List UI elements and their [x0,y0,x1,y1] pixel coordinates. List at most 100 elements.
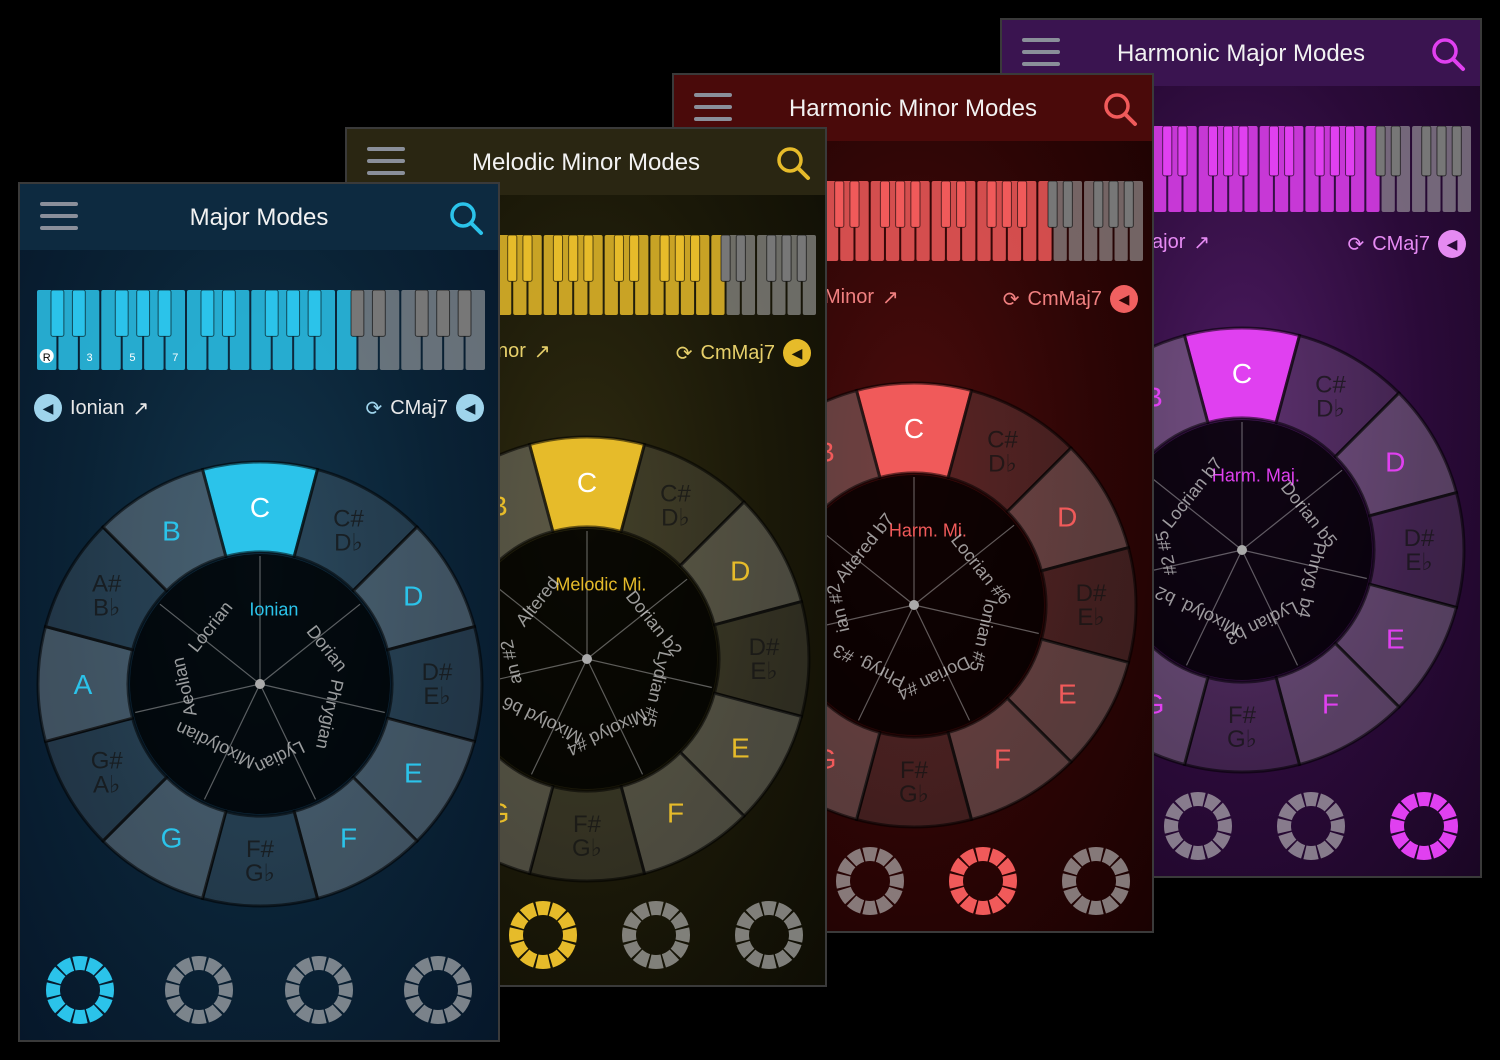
mode-selector[interactable]: ◀ Ionian ↗ [34,394,149,422]
harmonic-major-button[interactable] [1388,790,1460,862]
mode-selector[interactable]: ajor ↗ [1152,230,1210,255]
speaker-icon[interactable]: ◀ [456,394,484,422]
black-key[interactable] [834,181,845,228]
black-key[interactable] [613,235,624,282]
black-key[interactable] [1108,181,1119,228]
black-key[interactable] [457,290,472,337]
black-key[interactable] [157,290,172,337]
black-key[interactable] [1223,126,1234,177]
black-key[interactable] [114,290,129,337]
black-key[interactable] [1375,126,1386,177]
black-key[interactable] [1329,126,1340,177]
black-key[interactable] [1123,181,1134,228]
black-key[interactable] [414,290,429,337]
piano-keyboard[interactable] [1152,126,1472,212]
black-key[interactable] [986,181,997,228]
mode-label[interactable]: Ionian [249,599,298,619]
black-key[interactable] [507,235,518,282]
melodic-minor-button[interactable] [1275,790,1347,862]
black-key[interactable] [286,290,301,337]
black-key[interactable] [1162,126,1173,177]
black-key[interactable] [200,290,215,337]
search-icon[interactable] [775,145,811,181]
black-key[interactable] [720,235,731,282]
speaker-icon[interactable]: ◀ [1110,285,1138,313]
major-modes-button[interactable] [1162,790,1234,862]
black-key[interactable] [659,235,670,282]
black-key[interactable] [1268,126,1279,177]
black-key[interactable] [1421,126,1432,177]
chord-selector[interactable]: ⟳ CmMaj7 ◀ [1003,285,1138,313]
black-key[interactable] [1177,126,1188,177]
black-key[interactable] [136,290,151,337]
black-key[interactable] [956,181,967,228]
black-key[interactable] [552,235,564,282]
speaker-icon[interactable]: ◀ [783,339,811,367]
black-key[interactable] [766,235,777,282]
black-key[interactable] [940,181,951,228]
black-key[interactable] [1314,126,1325,177]
black-key[interactable] [350,290,365,337]
black-key[interactable] [568,235,579,282]
black-key[interactable] [674,235,685,282]
major-modes-button[interactable] [834,845,906,917]
refresh-icon[interactable]: ⟳ [1003,287,1020,312]
piano-keyboard[interactable] [497,235,817,315]
black-key[interactable] [71,290,86,337]
black-key[interactable] [1390,126,1401,177]
chord-selector[interactable]: ⟳ CmMaj7 ◀ [676,339,811,367]
speaker-icon[interactable]: ◀ [1438,230,1466,258]
harmonic-major-button[interactable] [733,899,805,971]
black-key[interactable] [583,235,594,282]
black-key[interactable] [1093,181,1104,228]
black-key[interactable] [1436,126,1447,177]
harmonic-minor-button[interactable] [283,954,355,1026]
melodic-minor-button[interactable] [163,954,235,1026]
search-icon[interactable] [1102,91,1138,127]
melodic-minor-button[interactable] [507,899,579,971]
search-icon[interactable] [1430,36,1466,72]
search-icon[interactable] [448,200,484,236]
harmonic-major-button[interactable] [1060,845,1132,917]
mode-wheel[interactable]: C C#D♭DD#E♭EFF#G♭GG#A♭AA#B♭BIonianDorianP… [30,434,490,914]
black-key[interactable] [1047,181,1058,228]
chord-selector[interactable]: ⟳ CMaj7 ◀ [365,394,484,422]
black-key[interactable] [307,290,322,337]
refresh-icon[interactable]: ⟳ [676,341,693,366]
black-key[interactable] [1001,181,1012,228]
black-key[interactable] [264,290,279,337]
mode-selector[interactable]: nor ↗ [497,339,551,364]
refresh-icon[interactable]: ⟳ [1347,232,1364,257]
black-key[interactable] [629,235,640,282]
black-key[interactable] [50,290,65,337]
black-key[interactable] [1207,126,1219,177]
harmonic-minor-button[interactable] [947,845,1019,917]
black-key[interactable] [879,181,891,228]
piano-keyboard[interactable] [824,181,1144,261]
black-key[interactable] [690,235,701,282]
black-key[interactable] [1062,181,1073,228]
black-key[interactable] [371,290,386,337]
harmonic-major-button[interactable] [402,954,474,1026]
black-key[interactable] [781,235,792,282]
harmonic-minor-button[interactable] [620,899,692,971]
chord-selector[interactable]: ⟳ CMaj7 ◀ [1347,230,1466,258]
black-key[interactable] [735,235,746,282]
black-key[interactable] [1345,126,1356,177]
black-key[interactable] [436,290,451,337]
refresh-icon[interactable]: ⟳ [365,396,382,421]
black-key[interactable] [910,181,921,228]
black-key[interactable] [895,181,906,228]
mode-speaker-icon[interactable]: ◀ [34,394,62,422]
black-key[interactable] [522,235,533,282]
piano-keyboard[interactable]: R 3 5 7 [36,290,486,370]
black-key[interactable] [796,235,807,282]
black-key[interactable] [221,290,236,337]
major-modes-button[interactable] [44,954,116,1026]
black-key[interactable] [849,181,860,228]
black-key[interactable] [1284,126,1295,177]
black-key[interactable] [1017,181,1028,228]
mode-selector[interactable]: Minor ↗ [824,285,899,310]
black-key[interactable] [1238,126,1249,177]
black-key[interactable] [1451,126,1462,177]
